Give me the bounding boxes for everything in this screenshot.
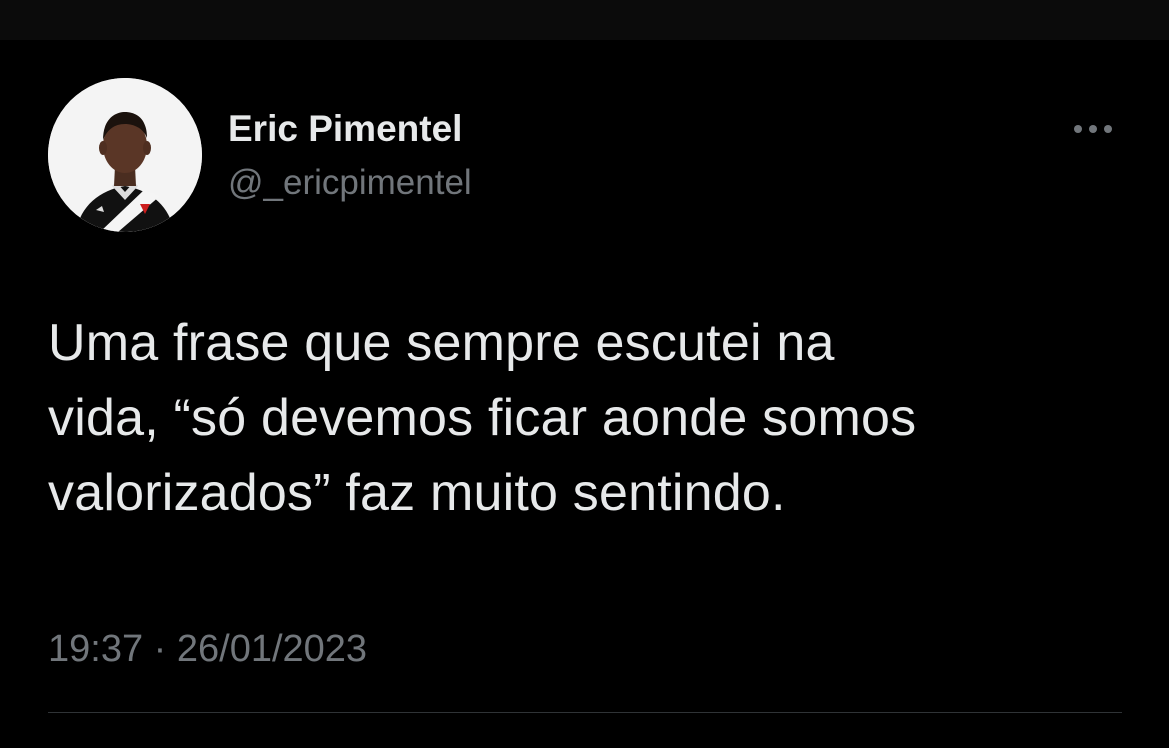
tweet-timestamp[interactable]: 19:37 · 26/01/2023 (48, 624, 367, 674)
more-horizontal-icon (1074, 125, 1112, 133)
author-name[interactable]: Eric Pimentel (228, 106, 462, 152)
avatar[interactable] (48, 78, 202, 232)
tweet-text: Uma frase que sempre escutei na vida, “s… (48, 314, 917, 522)
tweet-date: 26/01/2023 (176, 628, 368, 670)
tweet-time: 19:37 (48, 628, 144, 670)
author-handle[interactable]: @_ericpimentel (228, 160, 472, 206)
meta-separator: · (153, 628, 167, 670)
more-options-button[interactable] (1066, 114, 1120, 144)
top-bar (0, 0, 1169, 40)
profile-photo-icon (48, 78, 202, 232)
divider (48, 712, 1122, 713)
